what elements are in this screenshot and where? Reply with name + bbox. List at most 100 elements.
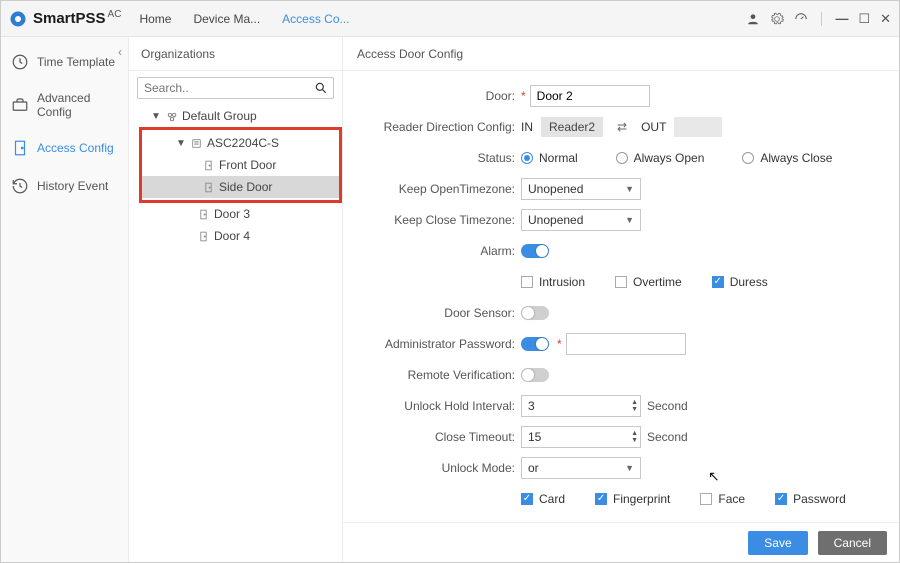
app-logo: SmartPSS AC [9, 10, 121, 28]
door-sensor-toggle[interactable] [521, 306, 549, 320]
radio-normal[interactable]: Normal [521, 151, 578, 165]
tree-label: Default Group [182, 109, 257, 123]
close-timeout-input[interactable]: 15 ▲▼ [521, 426, 641, 448]
chevron-down-icon: ▼ [625, 215, 634, 225]
maximize-button[interactable]: ☐ [858, 11, 870, 27]
check-face[interactable]: Face [700, 492, 745, 506]
tree-door[interactable]: Door 4 [137, 225, 342, 247]
minimize-button[interactable]: — [835, 11, 848, 26]
num-value: 15 [528, 430, 541, 444]
check-label: Fingerprint [613, 492, 670, 506]
collapse-nav-icon[interactable]: ‹ [118, 45, 122, 59]
check-duress[interactable]: ✓Duress [712, 275, 768, 289]
tree-door-selected[interactable]: Side Door [142, 176, 339, 198]
tree-label: Side Door [219, 180, 272, 194]
label-reader: Reader Direction Config: [363, 120, 521, 134]
nav-label: History Event [37, 179, 108, 193]
check-fingerprint[interactable]: ✓Fingerprint [595, 492, 670, 506]
required-marker: * [521, 89, 526, 103]
tab-access-control[interactable]: Access Co... [282, 12, 349, 26]
toolbox-icon [11, 96, 29, 114]
group-icon [165, 110, 178, 123]
title-bar: SmartPSS AC Home Device Ma... Access Co.… [1, 1, 899, 37]
close-button[interactable]: ✕ [880, 11, 891, 27]
caret-down-icon[interactable]: ▼ [151, 111, 161, 122]
door-small-icon [197, 230, 210, 243]
num-value: 3 [528, 399, 535, 413]
cancel-button[interactable]: Cancel [818, 531, 887, 555]
organizations-panel: Organizations ▼ Default Group ▼ ASC2204C… [129, 37, 343, 562]
nav-advanced-config[interactable]: Advanced Config [1, 81, 128, 129]
org-tree: ▼ Default Group ▼ ASC2204C-S Front Door … [129, 105, 342, 247]
label-alarm: Alarm: [363, 244, 521, 258]
swap-icon[interactable]: ⇄ [617, 120, 627, 134]
main-panel: Access Door Config Door: * Reader Direct… [343, 37, 899, 562]
tab-home[interactable]: Home [139, 12, 171, 26]
unit-label: Second [647, 430, 688, 444]
history-icon [11, 177, 29, 195]
label-door: Door: [363, 89, 521, 103]
check-password[interactable]: ✓Password [775, 492, 846, 506]
door-small-icon [197, 208, 210, 221]
label-door-sensor: Door Sensor: [363, 306, 521, 320]
remote-verify-toggle[interactable] [521, 368, 549, 382]
form-area: Door: * Reader Direction Config: IN Read… [343, 71, 899, 522]
label-keep-close: Keep Close Timezone: [363, 213, 521, 227]
nav-access-config[interactable]: Access Config [1, 129, 128, 167]
check-card[interactable]: ✓Card [521, 492, 565, 506]
check-label: Password [793, 492, 846, 506]
keep-open-select[interactable]: Unopened▼ [521, 178, 641, 200]
user-icon[interactable] [746, 12, 760, 26]
left-nav: ‹ Time Template Advanced Config Access C… [1, 37, 129, 562]
reader-in-select[interactable]: Reader2 [541, 117, 603, 137]
reader-in-label: IN [521, 120, 533, 134]
admin-pw-toggle[interactable] [521, 337, 549, 351]
reader-out-select[interactable] [674, 117, 722, 137]
step-down-icon[interactable]: ▼ [631, 406, 638, 413]
nav-label: Time Template [37, 55, 115, 69]
dashboard-icon[interactable] [794, 12, 808, 26]
nav-time-template[interactable]: Time Template [1, 43, 128, 81]
label-status: Status: [363, 151, 521, 165]
save-button[interactable]: Save [748, 531, 807, 555]
tree-label: Door 3 [214, 207, 250, 221]
check-intrusion[interactable]: Intrusion [521, 275, 585, 289]
door-small-icon [202, 159, 215, 172]
check-overtime[interactable]: Overtime [615, 275, 682, 289]
org-header: Organizations [129, 37, 342, 71]
select-value: or [528, 461, 539, 475]
unlock-interval-input[interactable]: 3 ▲▼ [521, 395, 641, 417]
nav-label: Access Config [37, 141, 114, 155]
gear-icon[interactable] [770, 12, 784, 26]
brand-superscript: AC [108, 9, 122, 20]
admin-password-input[interactable] [566, 333, 686, 355]
check-label: Duress [730, 275, 768, 289]
unit-label: Second [647, 399, 688, 413]
tree-label: ASC2204C-S [207, 136, 279, 150]
radio-always-open[interactable]: Always Open [616, 151, 705, 165]
label-admin-pw: Administrator Password: [363, 337, 521, 351]
radio-always-close[interactable]: Always Close [742, 151, 832, 165]
chevron-down-icon: ▼ [625, 463, 634, 473]
search-input[interactable] [137, 77, 334, 99]
highlight-box: ▼ ASC2204C-S Front Door Side Door [139, 127, 342, 203]
brand-name: SmartPSS [33, 10, 106, 27]
alarm-toggle[interactable] [521, 244, 549, 258]
chevron-down-icon: ▼ [625, 184, 634, 194]
step-down-icon[interactable]: ▼ [631, 437, 638, 444]
tree-device[interactable]: ▼ ASC2204C-S [142, 132, 339, 154]
door-name-input[interactable] [530, 85, 650, 107]
step-up-icon[interactable]: ▲ [631, 430, 638, 437]
tree-root[interactable]: ▼ Default Group [137, 105, 342, 127]
tree-door[interactable]: Door 3 [137, 203, 342, 225]
tree-door[interactable]: Front Door [142, 154, 339, 176]
caret-down-icon[interactable]: ▼ [176, 138, 186, 149]
search-icon[interactable] [314, 81, 328, 98]
keep-close-select[interactable]: Unopened▼ [521, 209, 641, 231]
label-remote: Remote Verification: [363, 368, 521, 382]
nav-history-event[interactable]: History Event [1, 167, 128, 205]
tab-device-manager[interactable]: Device Ma... [193, 12, 260, 26]
unlock-mode-select[interactable]: or ▼ [521, 457, 641, 479]
step-up-icon[interactable]: ▲ [631, 399, 638, 406]
tree-label: Door 4 [214, 229, 250, 243]
